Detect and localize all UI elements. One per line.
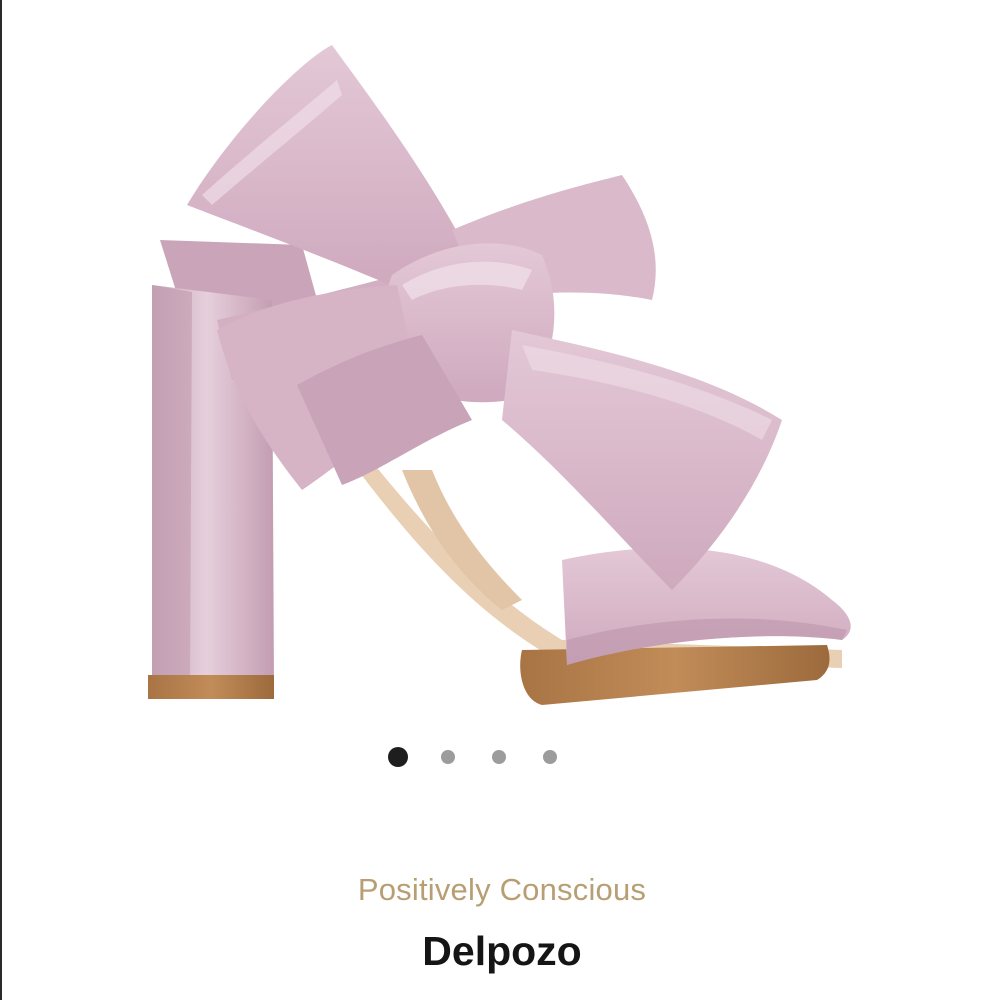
carousel-pagination: [2, 746, 1000, 768]
brand-name[interactable]: Delpozo: [2, 928, 1000, 975]
carousel-dot-1[interactable]: [388, 747, 408, 767]
carousel-dot-2[interactable]: [441, 750, 455, 764]
carousel-dot-3[interactable]: [492, 750, 506, 764]
product-image[interactable]: [2, 0, 1000, 730]
product-title: [2, 987, 1000, 1000]
carousel-dot-4[interactable]: [543, 750, 557, 764]
sustainability-label: Positively Conscious: [357, 872, 647, 907]
product-page: Positively Conscious Delpozo: [0, 0, 1000, 1000]
product-image-carousel[interactable]: [2, 0, 1000, 730]
